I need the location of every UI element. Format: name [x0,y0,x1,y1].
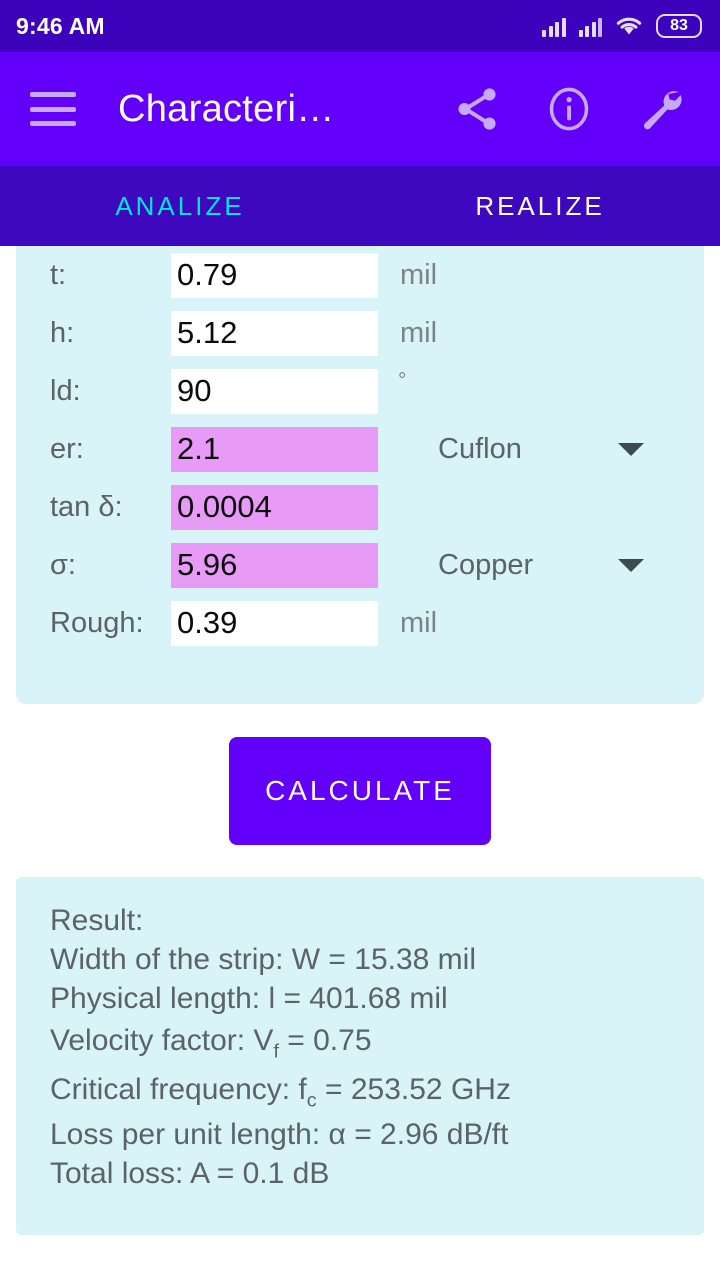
battery-percent-label: 83 [670,17,688,34]
tab-bar: ANALIZE REALIZE [0,166,720,246]
input-sigma[interactable]: 5.96 [171,542,378,588]
input-t[interactable]: 0.79 [171,252,378,298]
result-loss-per-unit-length: Loss per unit length: α = 2.96 dB/ft [50,1118,509,1152]
wrench-icon[interactable] [634,82,688,136]
row-conductivity: σ: 5.96 Copper [16,536,704,594]
result-physical-length: Physical length: l = 401.68 mil [50,982,448,1015]
result-critical-frequency: Critical frequency: fc = 253.52 GHz [16,1067,704,1116]
calculate-button-area: CALCULATE [0,704,720,877]
label-ld: ld: [50,374,81,407]
tab-realize[interactable]: REALIZE [360,166,720,246]
row-permittivity: er: 2.1 Cuflon [16,420,704,478]
dropdown-conductor-material[interactable]: Copper [438,549,704,582]
parameters-card: t: 0.79 mil h: 5.12 mil ld: 90 ° er: 2.1… [16,246,704,704]
result-critical-frequency-sub: c [306,1089,317,1112]
label-h: h: [50,316,75,349]
dropdown-conductor-value: Copper [438,548,534,581]
dropdown-dielectric-material[interactable]: Cuflon [438,433,704,466]
chevron-down-icon [618,442,644,456]
result-critical-frequency-prefix: Critical frequency: f [50,1072,307,1106]
app-bar: Characteri… [0,52,720,166]
app-bar-actions [450,82,688,136]
row-thickness: t: 0.79 mil [16,246,704,304]
result-velocity-factor: Velocity factor: Vf = 0.75 [16,1018,704,1067]
unit-ld: ° [398,369,407,392]
status-time: 9:46 AM [16,12,105,39]
input-er[interactable]: 2.1 [171,426,378,472]
info-icon[interactable] [542,82,596,136]
input-h[interactable]: 5.12 [171,310,378,356]
status-icon-tray: 83 [542,14,702,38]
dropdown-dielectric-value: Cuflon [438,432,522,465]
hamburger-menu-icon[interactable] [30,92,76,126]
row-loss-tangent: tan δ: 0.0004 [16,478,704,536]
unit-h: mil [400,316,438,349]
input-ld[interactable]: 90 [171,368,378,414]
row-roughness: Rough: 0.39 mil [16,594,704,652]
tab-analize[interactable]: ANALIZE [0,166,360,246]
status-bar: 9:46 AM 83 [0,0,720,52]
result-velocity-factor-prefix: Velocity factor: V [50,1024,274,1057]
label-sigma: σ: [50,548,76,581]
share-icon[interactable] [450,82,504,136]
battery-icon: 83 [656,14,702,38]
result-heading: Result: [50,904,144,937]
label-er: er: [50,432,84,465]
input-tan-delta[interactable]: 0.0004 [171,484,378,530]
calculate-button[interactable]: CALCULATE [229,737,491,845]
unit-t: mil [400,258,438,291]
result-card: Result: Width of the strip: W = 15.38 mi… [16,877,704,1236]
wifi-icon [615,15,643,37]
result-width: Width of the strip: W = 15.38 mil [50,943,476,976]
row-electrical-length: ld: 90 ° [16,362,704,420]
label-tan-delta: tan δ: [50,490,123,523]
result-critical-frequency-suffix: = 253.52 GHz [316,1072,511,1106]
page-title: Characteri… [118,87,335,130]
result-total-loss: Total loss: A = 0.1 dB [50,1157,330,1191]
signal-bars-icon [542,15,566,37]
main-content: t: 0.79 mil h: 5.12 mil ld: 90 ° er: 2.1… [0,246,720,1280]
chevron-down-icon [618,558,644,572]
unit-rough: mil [400,606,438,639]
result-velocity-factor-suffix: = 0.75 [278,1024,372,1057]
label-rough: Rough: [50,606,144,639]
row-height: h: 5.12 mil [16,304,704,362]
signal-bars-icon [578,15,602,37]
label-t: t: [50,258,67,291]
input-rough[interactable]: 0.39 [171,600,378,646]
